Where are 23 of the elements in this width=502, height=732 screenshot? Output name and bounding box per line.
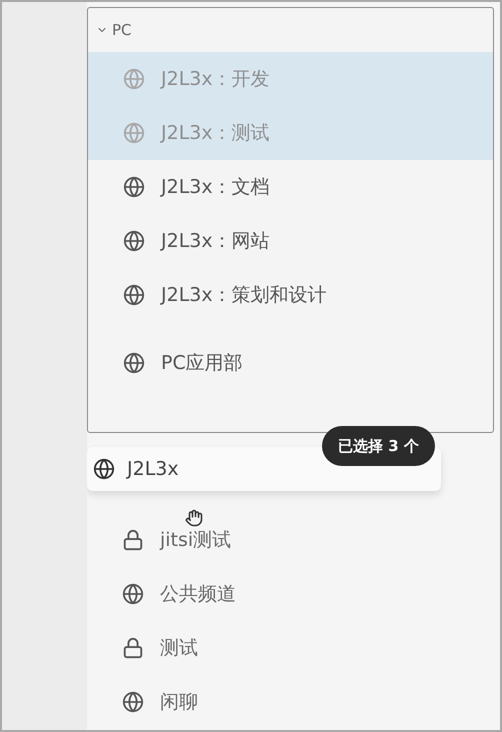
channel-item[interactable]: 公共频道 xyxy=(87,567,494,621)
selection-count-tooltip: 已选择 3 个 xyxy=(322,426,435,466)
channel-item[interactable]: J2L3x：策划和设计 xyxy=(88,268,493,322)
channel-item[interactable]: J2L3x：文档 xyxy=(88,160,493,214)
channel-item[interactable]: jitsi测试 xyxy=(87,513,494,567)
globe-icon xyxy=(123,352,145,374)
lock-icon xyxy=(122,529,144,551)
globe-icon xyxy=(123,284,145,306)
channel-item[interactable]: 测试 xyxy=(87,621,494,675)
section-label: PC xyxy=(112,21,132,39)
channel-item[interactable]: 闲聊 xyxy=(87,675,494,729)
globe-icon xyxy=(123,122,145,144)
channel-item[interactable]: J2L3x：网站 xyxy=(88,214,493,268)
globe-icon xyxy=(123,68,145,90)
globe-icon xyxy=(123,230,145,252)
globe-icon xyxy=(123,176,145,198)
globe-icon xyxy=(122,583,144,605)
lock-icon xyxy=(122,637,144,659)
section-header[interactable]: PC xyxy=(88,8,493,52)
globe-icon xyxy=(93,458,115,480)
globe-icon xyxy=(122,691,144,713)
hand-cursor-icon xyxy=(185,509,203,527)
channel-item[interactable]: PC应用部 xyxy=(88,336,493,390)
